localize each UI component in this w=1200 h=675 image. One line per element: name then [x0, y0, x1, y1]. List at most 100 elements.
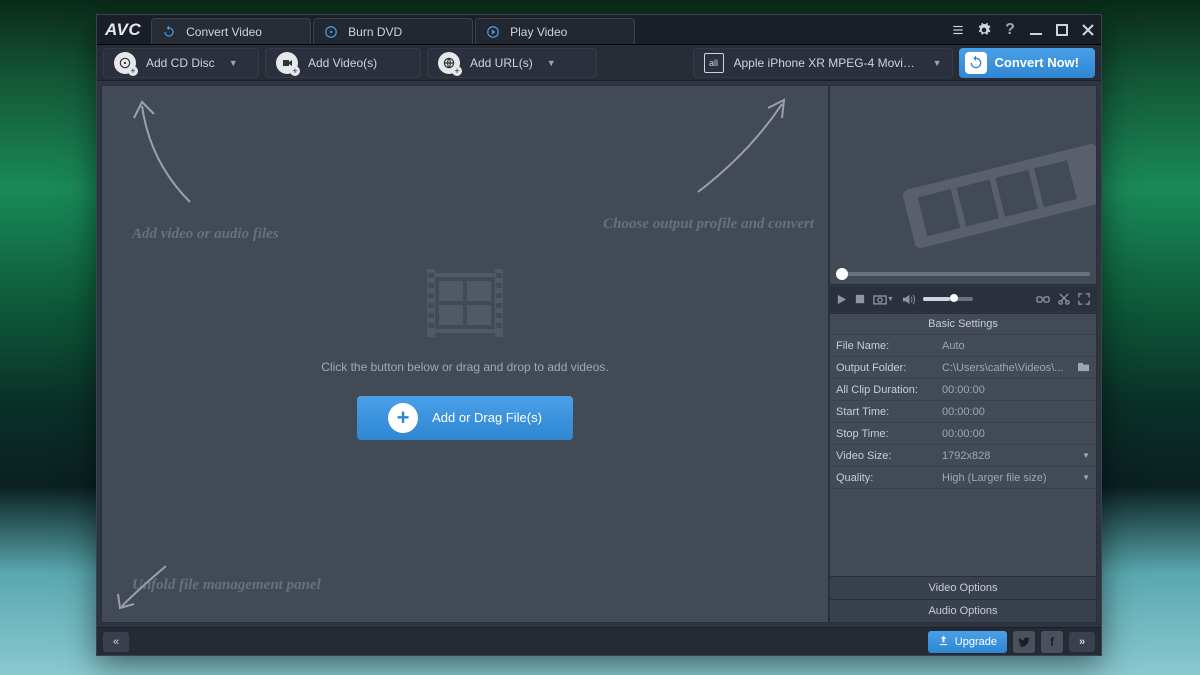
gear-icon[interactable] [975, 21, 993, 39]
drop-zone[interactable]: Add video or audio files Choose output p… [101, 85, 829, 623]
settings-row[interactable]: Quality:High (Larger file size)▼ [830, 467, 1096, 489]
overlay-add-hint: Add video or audio files [132, 226, 279, 243]
setting-label: All Clip Duration: [836, 384, 942, 396]
arrow-icon [690, 92, 800, 202]
refresh-icon [162, 25, 176, 39]
tabs: Convert Video Burn DVD Play Video [151, 15, 637, 44]
button-label: Upgrade [955, 636, 997, 648]
more-button[interactable]: » [1069, 632, 1095, 652]
button-label: Add CD Disc [146, 56, 215, 70]
button-label: Add Video(s) [308, 56, 377, 70]
preview-panel [829, 85, 1097, 285]
facebook-button[interactable]: f [1041, 631, 1063, 653]
setting-value: High (Larger file size)▼ [942, 472, 1090, 484]
stop-icon[interactable] [855, 294, 865, 304]
profile-label: Apple iPhone XR MPEG-4 Movie (*.m... [734, 56, 919, 70]
titlebar: AVC Convert Video Burn DVD Play Video [97, 15, 1101, 45]
chevron-down-icon: ▼ [1082, 451, 1090, 460]
tab-label: Convert Video [186, 25, 262, 39]
play-icon[interactable] [836, 294, 847, 305]
basic-settings-panel: Basic Settings File Name:AutoOutput Fold… [829, 313, 1097, 623]
setting-value: 1792x828▼ [942, 450, 1090, 462]
add-file-button[interactable]: + Add or Drag File(s) [357, 396, 573, 440]
window-controls: ? [949, 21, 1097, 39]
audio-options-button[interactable]: Audio Options [830, 599, 1096, 622]
disc-icon [324, 25, 338, 39]
tab-label: Play Video [510, 25, 567, 39]
settings-row[interactable]: Video Size:1792x828▼ [830, 445, 1096, 467]
button-label: Convert Now! [995, 55, 1080, 70]
disc-plus-icon: + [114, 52, 136, 74]
button-label: Add URL(s) [470, 56, 533, 70]
button-label: Add or Drag File(s) [432, 410, 542, 425]
drop-hint: Click the button below or drag and drop … [321, 360, 609, 374]
tab-play-video[interactable]: Play Video [475, 18, 635, 44]
chevron-down-icon: ▼ [229, 58, 238, 68]
volume-icon[interactable] [902, 294, 915, 305]
convert-icon [965, 52, 987, 74]
play-icon [486, 25, 500, 39]
film-icon [427, 269, 503, 342]
settings-row[interactable]: Output Folder:C:\Users\cathe\Videos\... [830, 357, 1096, 379]
cut-icon[interactable] [1058, 293, 1070, 305]
list-icon[interactable] [949, 21, 967, 39]
maximize-icon[interactable] [1053, 21, 1071, 39]
chevron-down-icon: ▼ [1082, 473, 1090, 482]
link-icon[interactable] [1036, 294, 1050, 305]
app-window: AVC Convert Video Burn DVD Play Video [96, 14, 1102, 656]
tab-label: Burn DVD [348, 25, 402, 39]
video-plus-icon: + [276, 52, 298, 74]
add-videos-button[interactable]: + Add Video(s) [265, 48, 421, 78]
setting-label: Output Folder: [836, 362, 942, 374]
minimize-icon[interactable] [1027, 21, 1045, 39]
folder-icon[interactable] [1077, 361, 1090, 375]
setting-label: Stop Time: [836, 428, 942, 440]
fullscreen-icon[interactable] [1078, 293, 1090, 305]
setting-value: 00:00:00 [942, 428, 1090, 440]
setting-label: Video Size: [836, 450, 942, 462]
volume-slider[interactable] [923, 297, 973, 301]
settings-row: All Clip Duration:00:00:00 [830, 379, 1096, 401]
setting-label: Start Time: [836, 406, 942, 418]
help-icon[interactable]: ? [1001, 21, 1019, 39]
add-cd-disc-button[interactable]: + Add CD Disc ▼ [103, 48, 259, 78]
setting-label: File Name: [836, 340, 942, 352]
overlay-unfold-hint: Unfold file management panel [132, 577, 321, 594]
tab-burn-dvd[interactable]: Burn DVD [313, 18, 473, 44]
body: Add video or audio files Choose output p… [97, 81, 1101, 627]
plus-icon: + [388, 403, 418, 433]
film-reel-icon [896, 126, 1097, 266]
settings-row: Start Time:00:00:00 [830, 401, 1096, 423]
chevron-down-icon: ▼ [547, 58, 556, 68]
toolbar: + Add CD Disc ▼ + Add Video(s) + Add URL… [97, 45, 1101, 81]
convert-now-button[interactable]: Convert Now! [959, 48, 1096, 78]
settings-header: Basic Settings [830, 314, 1096, 335]
all-icon: all [704, 53, 724, 73]
side-panel: ▼ Basic Settings File Name:AutoOutput Fo… [829, 85, 1097, 623]
close-icon[interactable] [1079, 21, 1097, 39]
snapshot-icon[interactable]: ▼ [873, 294, 894, 305]
video-options-button[interactable]: Video Options [830, 576, 1096, 599]
settings-row: Stop Time:00:00:00 [830, 423, 1096, 445]
chevron-down-icon: ▼ [933, 58, 942, 68]
output-profile-button[interactable]: all Apple iPhone XR MPEG-4 Movie (*.m...… [693, 48, 953, 78]
setting-value: 00:00:00 [942, 384, 1090, 396]
twitter-button[interactable] [1013, 631, 1035, 653]
globe-plus-icon: + [438, 52, 460, 74]
tab-convert-video[interactable]: Convert Video [151, 18, 311, 44]
setting-label: Quality: [836, 472, 942, 484]
expand-panel-button[interactable]: « [103, 632, 129, 652]
preview-controls: ▼ [829, 287, 1097, 311]
preview-seek-slider[interactable] [836, 272, 1090, 276]
overlay-profile-hint: Choose output profile and convert [603, 216, 814, 233]
footer: « Upgrade f » [97, 627, 1101, 655]
settings-row: File Name:Auto [830, 335, 1096, 357]
add-urls-button[interactable]: + Add URL(s) ▼ [427, 48, 597, 78]
setting-value: C:\Users\cathe\Videos\... [942, 361, 1090, 375]
setting-value: 00:00:00 [942, 406, 1090, 418]
arrow-icon [120, 92, 210, 212]
upload-icon [938, 635, 949, 649]
setting-value: Auto [942, 340, 1090, 352]
logo: AVC [105, 20, 141, 40]
upgrade-button[interactable]: Upgrade [928, 631, 1007, 653]
